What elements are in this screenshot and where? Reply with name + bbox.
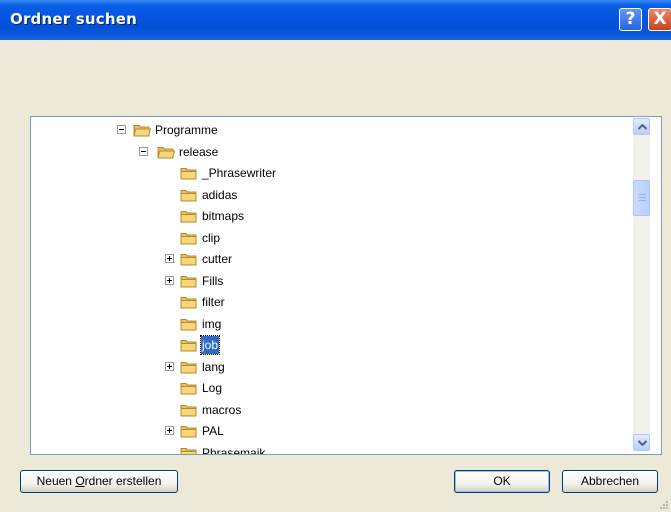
folder-icon [180,275,197,287]
tree-item[interactable]: adidas [31,186,631,204]
tree-item[interactable]: Fills [31,272,631,290]
tree-item-label: Log [202,381,223,395]
thumb-grip-line [639,200,646,201]
folder-icon [180,168,197,180]
vertical-scrollbar[interactable] [633,118,650,451]
window-title: Ordner suchen [10,10,137,28]
tree-item-label: PAL [202,424,224,438]
folder-icon [157,146,175,158]
resize-grip-icon[interactable] [659,500,669,510]
tree-item[interactable]: release [31,143,631,161]
tree-item[interactable]: _Phrasewriter [31,164,631,182]
expander-line [169,256,170,261]
tree-item[interactable]: bitmaps [31,207,631,225]
expander-line [169,428,170,433]
scroll-up-button[interactable] [633,118,650,135]
help-icon: ? [625,9,636,29]
expander-line [119,129,124,130]
folder-icon [180,189,197,201]
folder-icon [133,125,151,137]
tree-item-label: img [202,316,222,331]
folder-icon [180,340,197,352]
cancel-button[interactable]: Abbrechen [562,470,658,493]
tree-item[interactable]: lang [31,358,631,376]
tree-item-label: filter [202,295,225,309]
tree-item[interactable]: filter [31,293,631,311]
plus-box-icon[interactable] [165,361,174,371]
folder-icon [180,383,197,395]
folder-icon [180,447,197,454]
folder-icon [180,232,197,244]
tree-item-label: bitmaps [202,209,245,223]
folder-browse-dialog: Ordner suchen ? X Programme release _Phras… [0,0,671,512]
close-button[interactable]: X [648,8,671,31]
folder-icon [180,297,197,309]
minus-box-icon[interactable] [139,146,148,156]
cancel-button-label: Abbrechen [580,474,640,488]
scroll-thumb[interactable] [633,180,650,216]
new-folder-label-suffix: rdner erstellen [84,474,162,488]
tree-item-label: _Phrasewriter [202,166,277,180]
tree-item[interactable]: PAL [31,422,631,440]
close-icon: X [653,9,667,29]
thumb-grip-line [639,197,646,198]
scroll-down-button[interactable] [633,434,650,451]
tree-item-label: lang [202,359,225,374]
thumb-grip-line [639,194,646,195]
tree-item-label: adidas [202,187,238,202]
folder-tree-view[interactable]: Programme release _Phrasewriteradidas bitma… [30,116,662,455]
ok-button-label: OK [493,474,511,488]
tree-item-label: Fills [202,273,224,288]
folder-icon [180,211,197,223]
minus-box-icon[interactable] [117,125,126,134]
new-folder-mnemonic: O [75,474,85,488]
folder-icon [180,254,197,266]
tree-item[interactable]: job [31,335,631,355]
folder-icon [180,318,197,330]
chevron-up-icon [638,124,647,130]
help-button[interactable]: ? [619,8,642,31]
tree-item[interactable]: clip [31,229,631,247]
expander-line [169,363,170,369]
tree-item[interactable]: Phrasemaik... [31,444,631,455]
folder-icon [180,361,197,373]
folder-icon [180,404,197,416]
tree-item-label: job [199,335,221,355]
tree-item-label: Phrasemaik... [202,445,276,455]
expander-line [169,277,170,283]
tree-item-label: macros [202,402,242,417]
folder-icon [180,426,197,438]
tree-item[interactable]: Log [31,379,631,397]
tree-item[interactable]: Programme [31,121,631,139]
chevron-down-icon [638,440,647,446]
new-folder-label-prefix: Neuen [36,474,76,488]
expander-line [141,150,146,152]
tree-item-label: release [179,144,219,159]
tree-item[interactable]: cutter [31,250,631,268]
plus-box-icon[interactable] [165,275,174,285]
tree-item-label: clip [202,230,221,245]
tree-item[interactable]: macros [31,401,631,419]
ok-button[interactable]: OK [454,470,550,493]
title-bar[interactable]: Ordner suchen ? X [0,0,671,40]
tree-item-label: Programme [155,123,218,137]
new-folder-button[interactable]: Neuen Ordner erstellen [20,470,178,493]
plus-box-icon[interactable] [165,426,174,435]
tree-item[interactable]: img [31,315,631,333]
tree-item-label: cutter [202,252,233,266]
plus-box-icon[interactable] [165,254,174,263]
